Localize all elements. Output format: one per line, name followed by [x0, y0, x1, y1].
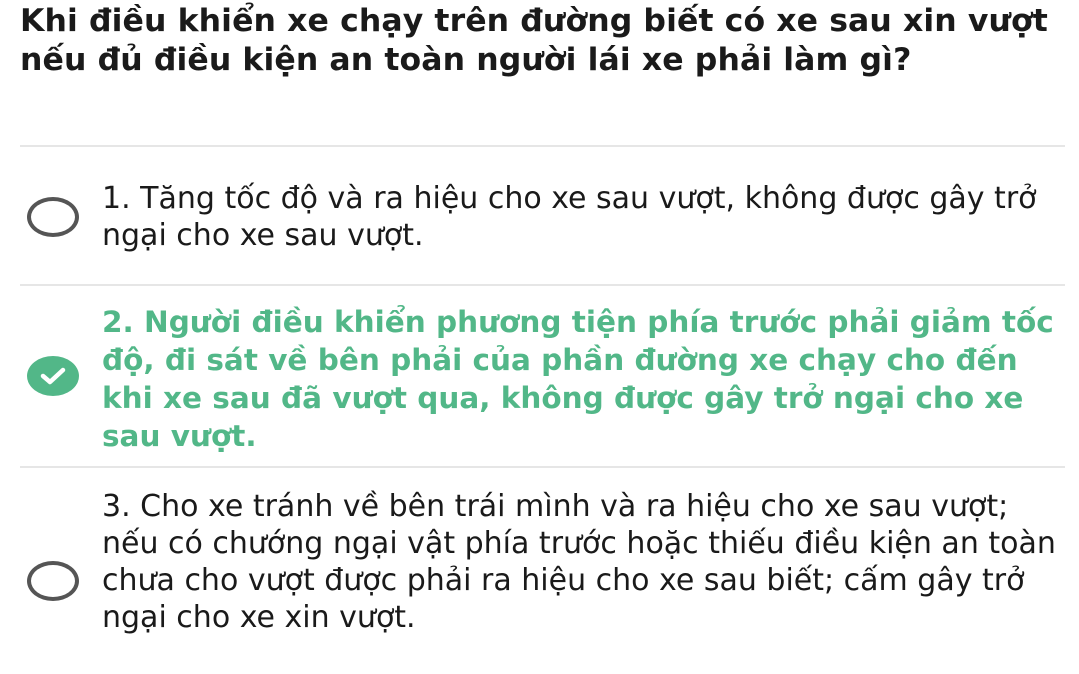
answer-option-3-text: 3. Cho xe tránh về bên trái mình và ra h…	[102, 489, 1056, 635]
answer-option-2[interactable]: 2. Người điều khiển phương tiện phía trư…	[0, 286, 1079, 466]
answer-option-1-text: 1. Tăng tốc độ và ra hiệu cho xe sau vượ…	[102, 181, 1037, 253]
radio-empty-icon[interactable]	[27, 197, 79, 237]
radio-empty-icon[interactable]	[27, 561, 79, 601]
checkmark-icon[interactable]	[27, 356, 79, 396]
answer-option-1[interactable]: 1. Tăng tốc độ và ra hiệu cho xe sau vượ…	[0, 146, 1079, 284]
question-text: Khi điều khiển xe chạy trên đường biết c…	[20, 3, 1048, 78]
answer-option-2-text: 2. Người điều khiển phương tiện phía trư…	[102, 305, 1054, 453]
answer-option-3[interactable]: 3. Cho xe tránh về bên trái mình và ra h…	[0, 468, 1079, 674]
